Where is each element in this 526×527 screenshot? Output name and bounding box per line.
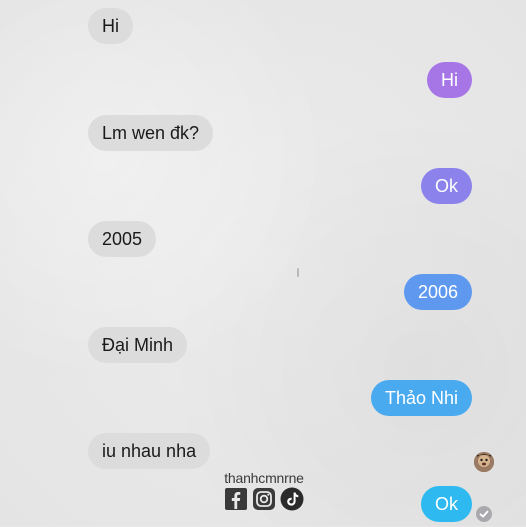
- avatar-icon: [474, 452, 494, 472]
- tiktok-icon[interactable]: [280, 487, 304, 511]
- chat-thread: Hi Hi Lm wen đk? Ok 2005 2006 Đại Minh T…: [0, 0, 526, 526]
- message-outgoing[interactable]: 2006: [403, 274, 472, 310]
- message-outgoing[interactable]: Ok: [420, 486, 472, 522]
- watermark: thanhcmnrne: [218, 470, 310, 511]
- check-circle-icon: [476, 506, 492, 522]
- scroll-marker: [297, 268, 299, 277]
- message-incoming[interactable]: 2005: [88, 221, 157, 257]
- instagram-icon[interactable]: [252, 487, 276, 511]
- message-outgoing[interactable]: Hi: [427, 62, 472, 98]
- message-outgoing[interactable]: Thảo Nhi: [370, 380, 472, 416]
- watermark-handle: thanhcmnrne: [224, 470, 304, 486]
- message-incoming[interactable]: iu nhau nha: [88, 433, 211, 469]
- message-incoming[interactable]: Hi: [88, 8, 133, 44]
- message-incoming[interactable]: Lm wen đk?: [88, 115, 214, 151]
- message-outgoing[interactable]: Ok: [420, 168, 472, 204]
- message-incoming[interactable]: Đại Minh: [88, 327, 188, 363]
- avatar-image: [474, 452, 494, 472]
- facebook-icon[interactable]: [224, 487, 248, 511]
- social-icons: [218, 487, 310, 511]
